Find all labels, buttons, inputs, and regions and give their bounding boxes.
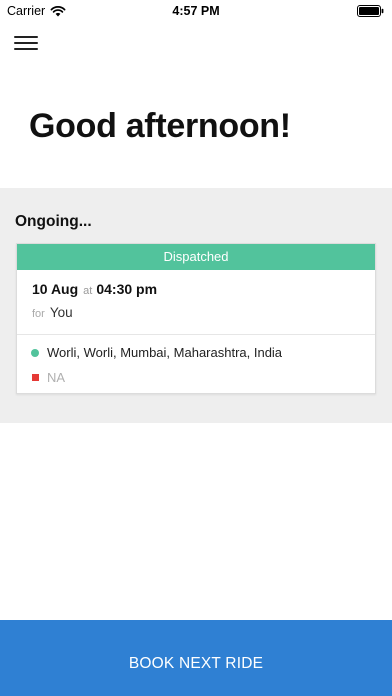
ongoing-section: Ongoing... Dispatched 10 Aug at 04:30 pm…: [0, 188, 392, 423]
for-label: for: [32, 308, 45, 320]
hamburger-menu-icon[interactable]: [14, 33, 40, 53]
passenger-name: You: [49, 305, 73, 320]
pickup-dot-icon: [31, 348, 39, 357]
at-label: at: [83, 285, 93, 297]
pickup-address: Worli, Worli, Mumbai, Maharashtra, India: [47, 345, 283, 360]
menu-bar-top: [14, 36, 38, 38]
drop-address: NA: [47, 370, 66, 385]
ride-datetime: 10 Aug at 04:30 pm: [32, 281, 157, 297]
ride-date: 10 Aug: [32, 281, 79, 297]
menu-bar-middle: [14, 42, 38, 44]
pickup-location: Worli, Worli, Mumbai, Maharashtra, India: [31, 345, 282, 360]
ride-time: 04:30 pm: [96, 281, 158, 297]
ongoing-ride-card[interactable]: Dispatched 10 Aug at 04:30 pm for You Wo…: [16, 243, 376, 394]
status-time: 4:57 PM: [172, 4, 220, 18]
ride-passenger: for You: [32, 305, 73, 320]
greeting-title: Good afternoon!: [29, 107, 291, 145]
menu-bar-bottom: [14, 48, 38, 50]
card-divider: [17, 334, 375, 335]
ride-status-badge: Dispatched: [17, 244, 375, 270]
battery-icon: [357, 5, 384, 17]
drop-location: NA: [31, 370, 65, 385]
ongoing-title: Ongoing...: [15, 213, 92, 230]
app-screen: Carrier 4:57 PM Good afternoon! Ongoing.…: [0, 0, 392, 696]
book-next-ride-button[interactable]: BOOK NEXT RIDE: [0, 620, 392, 696]
status-bar: Carrier 4:57 PM: [0, 0, 392, 22]
drop-square-icon: [32, 374, 39, 381]
